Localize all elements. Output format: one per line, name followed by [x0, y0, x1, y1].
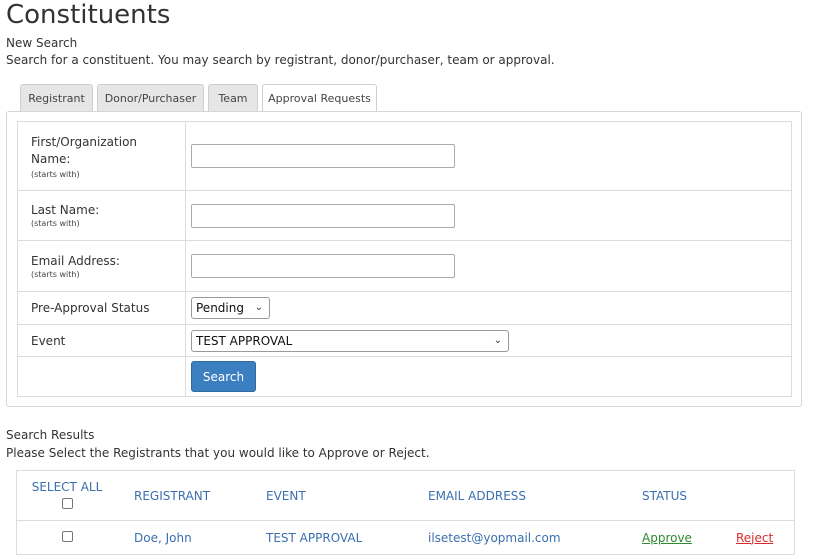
- email-input[interactable]: [191, 254, 455, 278]
- new-search-heading: New Search: [6, 36, 78, 50]
- last-name-hint: (starts with): [31, 219, 80, 228]
- row-event: TEST APPROVAL: [265, 520, 427, 555]
- tab-team[interactable]: Team: [208, 84, 258, 112]
- approve-link[interactable]: Approve: [642, 531, 692, 545]
- email-hint: (starts with): [31, 269, 80, 279]
- row-email: ilsetest@yopmail.com: [427, 520, 641, 555]
- search-form-panel: First/Organization Name: (starts with) L…: [6, 111, 802, 407]
- status-column-header: STATUS: [641, 470, 735, 521]
- results-table: SELECT ALL REGISTRANT EVENT EMAIL ADDRES…: [16, 470, 795, 555]
- registrant-column-header: REGISTRANT: [117, 470, 265, 521]
- chevron-down-icon: ⌄: [493, 334, 502, 346]
- table-row: Doe, John TEST APPROVAL ilsetest@yopmail…: [16, 520, 795, 555]
- results-header-row: SELECT ALL REGISTRANT EVENT EMAIL ADDRES…: [16, 470, 795, 521]
- first-name-hint: (starts with): [31, 169, 80, 179]
- first-name-label-cell: First/Organization Name: (starts with): [17, 121, 186, 191]
- search-button[interactable]: Search: [191, 361, 256, 392]
- event-select-value: TEST APPROVAL: [196, 333, 293, 348]
- registrant-name[interactable]: Doe, John: [117, 520, 265, 555]
- preapproval-status-select[interactable]: Pending ⌄: [191, 297, 270, 319]
- first-name-input[interactable]: [191, 144, 455, 168]
- select-all-label: SELECT ALL: [31, 479, 103, 494]
- reject-link[interactable]: Reject: [736, 531, 773, 545]
- preapproval-status-value: Pending: [196, 301, 244, 315]
- results-title: Search Results: [6, 428, 95, 442]
- first-name-label: First/Organization Name:: [31, 134, 138, 166]
- search-description: Search for a constituent. You may search…: [6, 53, 555, 67]
- event-column-header: EVENT: [265, 470, 427, 521]
- email-column-header: EMAIL ADDRESS: [427, 470, 641, 521]
- page-title: Constituents: [6, 0, 171, 30]
- tab-donor-purchaser[interactable]: Donor/Purchaser: [97, 84, 204, 112]
- results-description: Please Select the Registrants that you w…: [6, 446, 430, 460]
- search-form: First/Organization Name: (starts with) L…: [17, 121, 792, 397]
- email-label: Email Address:: [31, 253, 120, 268]
- tab-approval-requests[interactable]: Approval Requests: [262, 84, 377, 114]
- event-select[interactable]: TEST APPROVAL ⌄: [191, 329, 509, 352]
- chevron-down-icon: ⌄: [254, 302, 263, 313]
- select-all-checkbox[interactable]: [61, 497, 73, 509]
- preapproval-status-label: Pre-Approval Status: [31, 301, 150, 315]
- event-label: Event: [31, 333, 66, 348]
- row-checkbox[interactable]: [61, 530, 73, 542]
- tab-registrant[interactable]: Registrant: [20, 84, 93, 112]
- last-name-label: Last Name:: [31, 203, 100, 217]
- last-name-input[interactable]: [191, 203, 455, 228]
